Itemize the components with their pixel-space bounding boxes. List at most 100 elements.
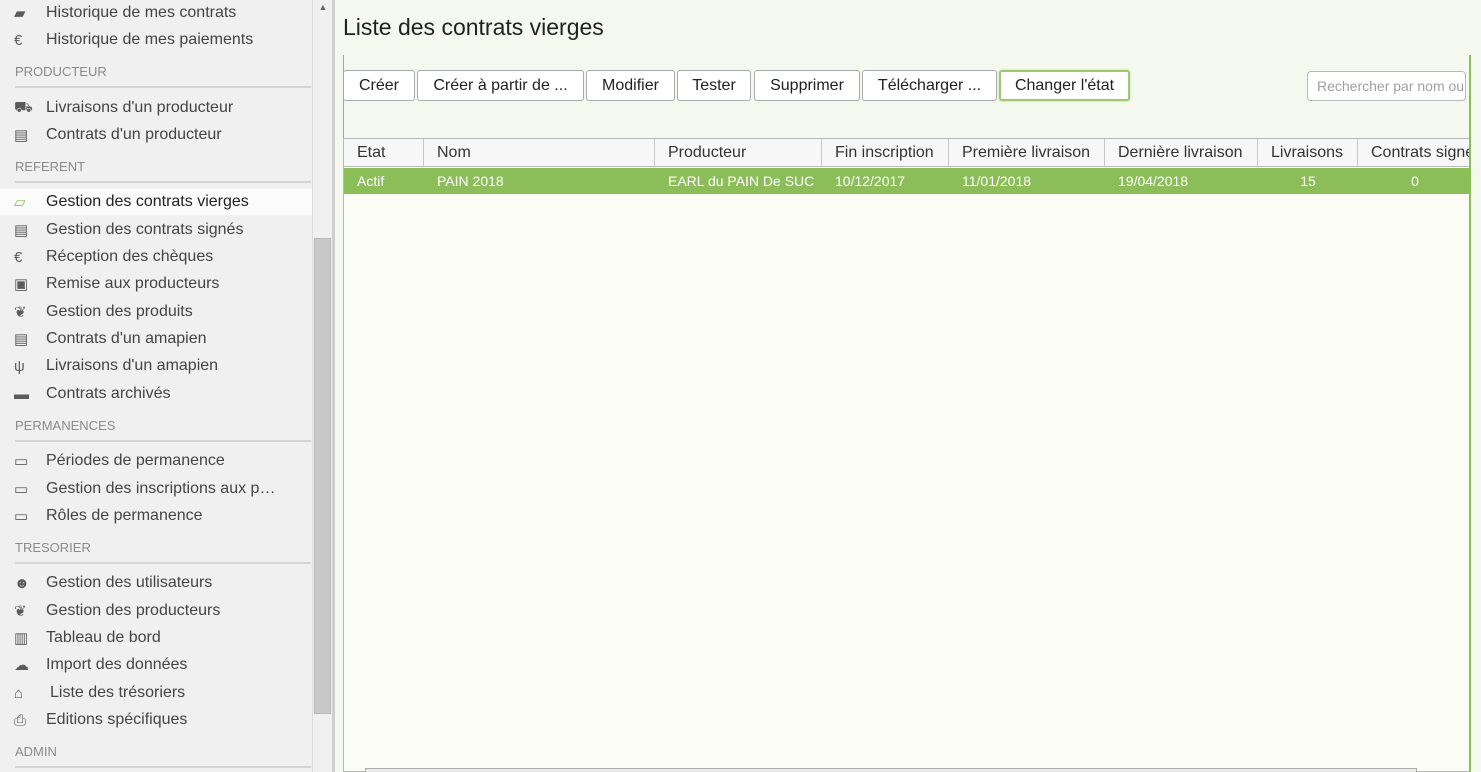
cell-producteur: EARL du PAIN De SUC [668, 173, 815, 189]
column-header-premiere-livraison[interactable]: Première livraison [949, 139, 1105, 167]
column-header-etat[interactable]: Etat [344, 139, 424, 167]
euro-icon: € [14, 31, 23, 49]
scroll-up-arrow-icon[interactable]: ▲ [316, 0, 330, 14]
sidebar-item-livraisons-amapien[interactable]: ψ Livraisons d'un amapien [0, 354, 312, 378]
sidebar-scrollbar[interactable]: ▲ [312, 0, 332, 772]
column-header-contrats-signes[interactable]: Contrats signés [1358, 139, 1470, 167]
page-title: Liste des contrats vierges [343, 14, 604, 40]
sidebar-item-gestion-utilisateurs[interactable]: ☻ Gestion des utilisateurs [0, 571, 312, 595]
section-producteur: PRODUCTEUR [15, 64, 311, 88]
bar-chart-icon: ▥ [14, 630, 29, 647]
print-icon: ⎙ [14, 711, 27, 729]
sidebar-item-label: Réception des chèques [46, 248, 214, 265]
euro-icon: € [14, 248, 23, 266]
sidebar-item-label: Historique de mes paiements [46, 31, 254, 48]
money-icon: ▣ [14, 276, 29, 293]
leaf-icon: ❦ [14, 603, 27, 620]
sidebar-item-contrats-signes[interactable]: ▤ Gestion des contrats signés [0, 218, 312, 242]
sidebar-item-tableau-de-bord[interactable]: ▥ Tableau de bord [0, 626, 312, 650]
users-icon: ☻ [14, 574, 30, 592]
cloud-download-icon: ☁ [14, 657, 29, 674]
search-input[interactable] [1307, 71, 1466, 101]
sidebar-item-gestion-producteurs[interactable]: ❦ Gestion des producteurs [0, 599, 312, 623]
truck-icon: ⛟ [14, 98, 33, 116]
section-referent: REFERENT [15, 159, 311, 183]
sidebar-item-label: Contrats d'un amapien [46, 330, 207, 347]
sidebar-item-label: Contrats archivés [46, 385, 171, 402]
leaf-icon: ❦ [14, 304, 27, 321]
book-icon: ▰ [14, 5, 26, 22]
sidebar-item-label: Contrats d'un producteur [46, 126, 222, 143]
document-icon: ▤ [14, 331, 29, 348]
sidebar-item-inscriptions-permanences[interactable]: ▭ Gestion des inscriptions aux permanenc… [0, 477, 312, 501]
sidebar-item-label: Liste des trésoriers [50, 684, 186, 701]
sidebar-item-label: Gestion des inscriptions aux permanences [46, 480, 284, 497]
column-header-livraisons[interactable]: Livraisons [1258, 139, 1358, 167]
sidebar-item-periodes-permanence[interactable]: ▭ Périodes de permanence [0, 449, 312, 473]
cutlery-icon: ψ [14, 357, 25, 375]
sidebar-item-contrats-amapien[interactable]: ▤ Contrats d'un amapien [0, 327, 312, 351]
sidebar-item-label: Gestion des produits [46, 303, 193, 320]
create-button[interactable]: Créer [343, 70, 415, 101]
cell-contrats-signes: 0 [1411, 173, 1419, 189]
column-header-fin-inscription[interactable]: Fin inscription [822, 139, 949, 167]
sidebar-item-historique-contrats[interactable]: ▰ Historique de mes contrats [0, 1, 312, 25]
sidebar-item-contrats-producteur[interactable]: ▤ Contrats d'un producteur [0, 123, 312, 147]
section-permanences: PERMANENCES [15, 418, 311, 442]
sidebar-item-reception-cheques[interactable]: € Réception des chèques [0, 245, 312, 269]
modify-button[interactable]: Modifier [586, 70, 675, 101]
sidebar-item-label: Livraisons d'un producteur [46, 99, 234, 116]
column-header-derniere-livraison[interactable]: Dernière livraison [1105, 139, 1258, 167]
sidebar-item-label: Livraisons d'un amapien [46, 357, 219, 374]
sidebar-item-label: Gestion des utilisateurs [46, 574, 213, 591]
sidebar-item-label: Tableau de bord [46, 629, 161, 646]
test-button[interactable]: Tester [677, 70, 751, 101]
column-header-producteur[interactable]: Producteur [655, 139, 822, 167]
sidebar-item-contrats-archives[interactable]: ▬ Contrats archivés [0, 382, 312, 406]
change-state-button[interactable]: Changer l'état [999, 70, 1130, 101]
graduation-cap-icon: ⌂ [14, 684, 24, 702]
table-row[interactable]: Actif PAIN 2018 EARL du PAIN De SUC 10/1… [344, 168, 1470, 194]
create-from-button[interactable]: Créer à partir de ... [417, 70, 584, 101]
main-panel: Liste des contrats vierges Créer Créer à… [335, 0, 1481, 772]
sidebar-item-label: Périodes de permanence [46, 452, 225, 469]
contracts-table: Etat Nom Producteur Fin inscription Prem… [343, 138, 1471, 772]
calendar-icon: ▭ [14, 481, 29, 498]
calendar-icon: ▭ [14, 508, 29, 525]
column-header-nom[interactable]: Nom [424, 139, 655, 167]
right-margin [1471, 0, 1481, 772]
cell-nom: PAIN 2018 [437, 173, 504, 189]
section-tresorier: TRESORIER [15, 540, 311, 564]
sidebar-item-label: Gestion des contrats signés [46, 221, 244, 238]
document-icon: ▤ [14, 127, 29, 144]
cell-livraisons: 15 [1300, 173, 1316, 189]
cell-fin-inscription: 10/12/2017 [835, 173, 906, 189]
table-header: Etat Nom Producteur Fin inscription Prem… [344, 139, 1470, 167]
archive-icon: ▬ [14, 385, 29, 403]
sidebar: ▰ Historique de mes contrats € Historiqu… [0, 0, 312, 772]
sidebar-item-gestion-produits[interactable]: ❦ Gestion des produits [0, 300, 312, 324]
scrollbar-thumb[interactable] [314, 238, 331, 714]
cell-premiere-livraison: 11/01/2018 [962, 173, 1032, 189]
sidebar-item-historique-paiements[interactable]: € Historique de mes paiements [0, 28, 312, 52]
sidebar-item-livraisons-producteur[interactable]: ⛟ Livraisons d'un producteur [0, 96, 312, 120]
sidebar-item-label: Rôles de permanence [46, 507, 203, 524]
sidebar-item-contrats-vierges[interactable]: ▱ Gestion des contrats vierges [0, 189, 312, 215]
document-icon: ▤ [14, 222, 29, 239]
section-admin: ADMIN [15, 744, 311, 768]
sidebar-item-roles-permanence[interactable]: ▭ Rôles de permanence [0, 504, 312, 528]
cell-etat: Actif [357, 173, 385, 189]
folder-open-icon: ▱ [14, 194, 26, 211]
sidebar-item-label: Gestion des contrats vierges [46, 193, 249, 210]
delete-button[interactable]: Supprimer [754, 70, 860, 101]
cell-derniere-livraison: 19/04/2018 [1118, 173, 1189, 189]
sidebar-item-remise-producteurs[interactable]: ▣ Remise aux producteurs [0, 272, 312, 296]
sidebar-item-label: Gestion des producteurs [46, 602, 221, 619]
sidebar-item-editions-specifiques[interactable]: ⎙ Editions spécifiques [0, 708, 312, 732]
sidebar-item-import-donnees[interactable]: ☁ Import des données [0, 653, 312, 677]
sidebar-item-liste-tresoriers[interactable]: ⌂ Liste des trésoriers [0, 681, 312, 705]
calendar-icon: ▭ [14, 453, 29, 470]
sidebar-item-label: Editions spécifiques [46, 711, 188, 728]
horizontal-scrollbar[interactable] [365, 768, 1417, 772]
download-button[interactable]: Télécharger ... [862, 70, 997, 101]
